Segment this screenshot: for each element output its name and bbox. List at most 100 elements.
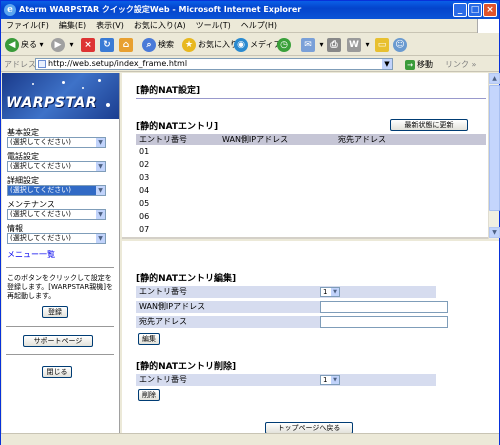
media-button[interactable]: ◉ メディア — [234, 37, 281, 53]
table-row: 02 — [139, 160, 150, 169]
menu-help[interactable]: ヘルプ(H) — [236, 19, 282, 33]
chevron-down-icon: ▼ — [96, 234, 105, 243]
phone-settings-select[interactable]: (選択してください) ▼ — [7, 161, 106, 172]
forward-arrow-icon: ▶ — [51, 37, 65, 52]
refresh-state-button[interactable]: 最新状態に更新 — [390, 119, 468, 131]
star-icon: ★ — [182, 37, 196, 52]
discuss-button[interactable]: ▭ — [375, 37, 391, 53]
entry-number-select[interactable]: 1 ▼ — [320, 287, 340, 297]
logo-text: WARPSTAR — [6, 95, 97, 111]
wan-ip-input[interactable] — [320, 301, 448, 313]
menu-view[interactable]: 表示(V) — [91, 19, 129, 33]
menu-list-link[interactable]: メニュー一覧 — [7, 249, 55, 260]
history-icon: ◷ — [277, 37, 291, 52]
table-row: 06 — [139, 212, 150, 221]
group-label-maintenance: メンテナンス — [7, 200, 55, 209]
search-button[interactable]: ⌕ 検索 — [142, 37, 174, 53]
title-bar: e Aterm WARPSTAR クイック設定Web - Microsoft I… — [1, 1, 499, 19]
close-button[interactable]: 閉じる — [42, 366, 72, 378]
info-select[interactable]: (選択してください) ▼ — [7, 233, 106, 244]
stop-button[interactable]: × — [81, 37, 97, 53]
delete-button[interactable]: 削除 — [138, 389, 160, 401]
dest-address-input[interactable] — [320, 316, 448, 328]
address-input[interactable]: http://web.setup/index_frame.html ▼ — [35, 58, 393, 70]
entry-number-row: エントリ番号 1 ▼ — [136, 286, 436, 298]
mail-icon: ✉ — [301, 37, 315, 52]
edit-page-button[interactable]: W ▾ — [347, 37, 370, 53]
back-button[interactable]: ◀ 戻る ▾ — [5, 37, 44, 53]
forward-button[interactable]: ▶ ▾ — [51, 37, 74, 53]
chevron-down-icon: ▼ — [96, 186, 105, 195]
browser-window: e Aterm WARPSTAR クイック設定Web - Microsoft I… — [0, 0, 500, 445]
refresh-icon: ↻ — [100, 37, 114, 52]
menu-file[interactable]: ファイル(F) — [1, 19, 54, 33]
go-arrow-icon: → — [405, 59, 415, 70]
delete-entry-label: エントリ番号 — [139, 375, 187, 384]
ie-logo-icon: e — [4, 4, 16, 16]
search-icon: ⌕ — [142, 37, 156, 52]
edit-button[interactable]: 編集 — [138, 333, 160, 345]
stop-icon: × — [81, 37, 95, 52]
history-button[interactable]: ◷ — [277, 37, 293, 53]
minimize-button[interactable]: _ — [453, 3, 467, 17]
messenger-button[interactable]: ☺ — [393, 37, 409, 53]
advanced-settings-select[interactable]: (選択してください) ▼ — [7, 185, 106, 196]
media-icon: ◉ — [234, 37, 248, 52]
chevron-down-icon: ▼ — [96, 162, 105, 171]
warpstar-logo: WARPSTAR — [2, 73, 119, 119]
divider — [6, 267, 114, 268]
delete-section-title: [静的NATエントリ削除] — [136, 362, 237, 372]
page-title: [静的NAT設定] — [136, 86, 201, 96]
back-arrow-icon: ◀ — [5, 37, 19, 52]
entry-number-label: エントリ番号 — [139, 287, 187, 296]
scroll-down-icon[interactable]: ▼ — [489, 227, 500, 238]
group-label-phone: 電話設定 — [7, 152, 39, 161]
group-label-info: 情報 — [7, 224, 23, 233]
maximize-button[interactable]: □ — [468, 3, 482, 17]
favorites-button[interactable]: ★ お気に入り — [182, 37, 238, 53]
table-header: エントリ番号 WAN側IPアドレス 宛先アドレス — [136, 134, 486, 145]
scroll-thumb[interactable] — [489, 85, 500, 211]
close-window-button[interactable]: × — [483, 3, 497, 17]
delete-entry-select[interactable]: 1 ▼ — [320, 375, 340, 385]
table-row: 03 — [139, 173, 150, 182]
top-frame-scrollbar[interactable]: ▲ ▼ — [488, 73, 500, 239]
group-label-advanced: 詳細設定 — [7, 176, 39, 185]
address-url: http://web.setup/index_frame.html — [48, 59, 188, 68]
menu-favorites[interactable]: お気に入り(A) — [129, 19, 191, 33]
dest-address-label: 宛先アドレス — [139, 317, 187, 326]
register-button[interactable]: 登録 — [42, 306, 68, 318]
links-button[interactable]: リンク » — [445, 57, 476, 72]
home-icon: ⌂ — [119, 37, 133, 52]
print-button[interactable]: ⎙ — [327, 37, 343, 53]
delete-entry-row: エントリ番号 1 ▼ — [136, 374, 436, 386]
divider — [6, 326, 114, 327]
scroll-up-icon[interactable]: ▲ — [489, 73, 500, 84]
basic-settings-select[interactable]: (選択してください) ▼ — [7, 137, 106, 148]
col-dest-address: 宛先アドレス — [338, 135, 386, 144]
chevron-down-icon: ▼ — [96, 138, 105, 147]
edit-section-title: [静的NATエントリ編集] — [136, 274, 237, 284]
nat-edit-frame: [静的NATエントリ編集] エントリ番号 1 ▼ WAN側IPアドレス 宛先アドレ… — [122, 241, 499, 434]
status-bar — [1, 433, 499, 445]
table-row: 07 — [139, 225, 150, 234]
address-bar: アドレス(D) http://web.setup/index_frame.htm… — [1, 57, 499, 72]
print-icon: ⎙ — [327, 37, 341, 52]
go-button[interactable]: → 移動 — [405, 57, 433, 72]
title-underline — [136, 98, 486, 99]
windows-flag-icon — [477, 19, 499, 33]
refresh-button[interactable]: ↻ — [100, 37, 116, 53]
menu-edit[interactable]: 編集(E) — [54, 19, 91, 33]
wan-ip-label: WAN側IPアドレス — [139, 302, 206, 311]
wan-ip-row: WAN側IPアドレス — [136, 301, 448, 313]
address-dropdown-icon[interactable]: ▼ — [382, 59, 392, 69]
col-wan-ip: WAN側IPアドレス — [222, 135, 289, 144]
nat-list-frame: [静的NAT設定] [静的NATエントリ] 最新状態に更新 エントリ番号 WAN… — [122, 73, 500, 239]
home-button[interactable]: ⌂ — [119, 37, 135, 53]
nat-entry-table: エントリ番号 WAN側IPアドレス 宛先アドレス 01 02 03 04 05 … — [136, 134, 486, 236]
support-page-button[interactable]: サポートページ — [23, 335, 93, 347]
maintenance-select[interactable]: (選択してください) ▼ — [7, 209, 106, 220]
mail-button[interactable]: ✉ ▾ — [301, 37, 324, 53]
dest-address-row: 宛先アドレス — [136, 316, 448, 328]
menu-tools[interactable]: ツール(T) — [191, 19, 236, 33]
